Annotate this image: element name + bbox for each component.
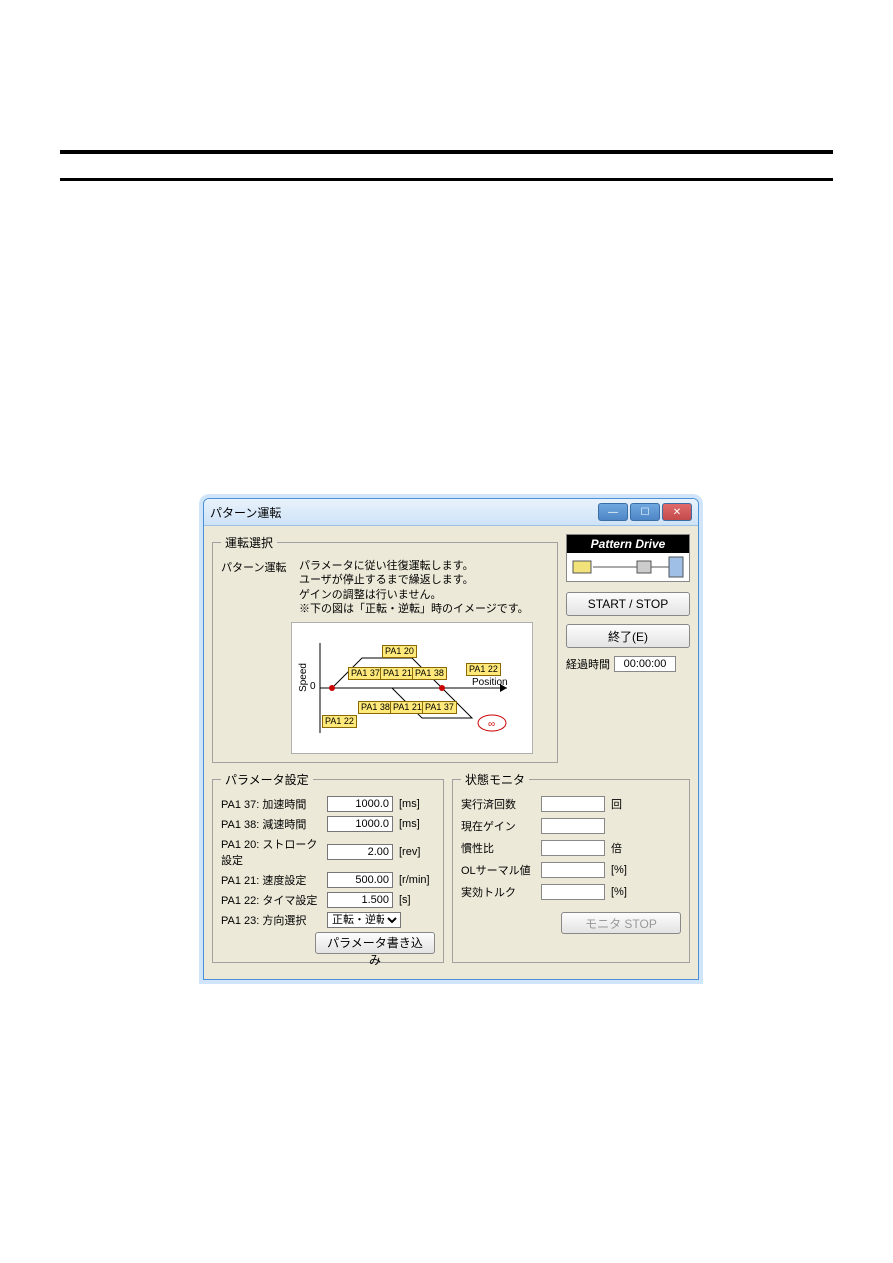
parameter-group: パラメータ設定 PA1 37: 加速時間 [ms] PA1 38: 減速時間 [… <box>212 771 444 963</box>
param-row: PA1 37: 加速時間 [ms] <box>221 796 435 812</box>
mode-description: パラメータに従い往復運転します。 ユーザが停止するまで繰返します。 ゲインの調整… <box>299 559 529 616</box>
inertia-ratio-value <box>541 840 605 856</box>
pa1-21-box-b: PA1 21 <box>390 701 425 714</box>
maximize-button[interactable]: ☐ <box>630 503 660 521</box>
param-row: PA1 21: 速度設定 [r/min] <box>221 872 435 888</box>
svg-text:∞: ∞ <box>488 719 495 730</box>
brand-box: Pattern Drive <box>566 534 690 582</box>
param-row: PA1 22: タイマ設定 [s] <box>221 892 435 908</box>
exit-button[interactable]: 終了(E) <box>566 624 690 648</box>
exec-count-value <box>541 796 605 812</box>
brand-title: Pattern Drive <box>567 535 689 553</box>
mode-label: パターン運転 <box>221 559 291 616</box>
stroke-input[interactable] <box>327 844 393 860</box>
pattern-diagram: ∞ Speed Position 0 PA1 20 PA1 37 PA1 21 … <box>291 622 533 754</box>
pa1-37-box-b: PA1 37 <box>422 701 457 714</box>
rule-bottom <box>60 178 833 181</box>
pa1-22-box: PA1 22 <box>466 663 501 676</box>
ol-thermal-value <box>541 862 605 878</box>
pa1-20-box: PA1 20 <box>382 645 417 658</box>
elapsed-label: 経過時間 <box>566 656 610 672</box>
status-monitor-legend: 状態モニタ <box>461 771 529 788</box>
monitor-row: 実行済回数 回 <box>461 796 681 812</box>
accel-time-input[interactable] <box>327 796 393 812</box>
rule-top <box>60 150 833 154</box>
pa1-37-box: PA1 37 <box>348 667 383 680</box>
monitor-row: OLサーマル値 [%] <box>461 862 681 878</box>
position-axis-label: Position <box>472 677 508 688</box>
pa1-22-box-b: PA1 22 <box>322 715 357 728</box>
parameter-legend: パラメータ設定 <box>221 771 313 788</box>
speed-axis-label: Speed <box>298 663 309 692</box>
window-title: パターン運転 <box>210 504 598 521</box>
monitor-stop-button[interactable]: モニタ STOP <box>561 912 681 934</box>
param-row: PA1 23: 方向選択 正転・逆転 <box>221 912 435 928</box>
speed-input[interactable] <box>327 872 393 888</box>
pa1-38-box: PA1 38 <box>412 667 447 680</box>
titlebar[interactable]: パターン運転 — ☐ ✕ <box>204 499 698 526</box>
write-params-button[interactable]: パラメータ書き込み <box>315 932 435 954</box>
effective-torque-value <box>541 884 605 900</box>
current-gain-value <box>541 818 605 834</box>
pa1-38-box-b: PA1 38 <box>358 701 393 714</box>
param-row: PA1 20: ストローク設定 [rev] <box>221 836 435 868</box>
operation-select-legend: 運転選択 <box>221 534 277 551</box>
decel-time-input[interactable] <box>327 816 393 832</box>
dialog-window: パターン運転 — ☐ ✕ 運転選択 パターン運転 パラメータに従い往復運転します… <box>203 498 699 980</box>
timer-input[interactable] <box>327 892 393 908</box>
diagram-svg: ∞ <box>292 623 532 753</box>
close-button[interactable]: ✕ <box>662 503 692 521</box>
param-row: PA1 38: 減速時間 [ms] <box>221 816 435 832</box>
direction-select[interactable]: 正転・逆転 <box>327 912 401 928</box>
operation-select-group: 運転選択 パターン運転 パラメータに従い往復運転します。 ユーザが停止するまで繰… <box>212 534 558 763</box>
monitor-row: 現在ゲイン <box>461 818 681 834</box>
brand-illustration <box>567 553 690 579</box>
pa1-21-box: PA1 21 <box>380 667 415 680</box>
monitor-row: 慣性比 倍 <box>461 840 681 856</box>
minimize-button[interactable]: — <box>598 503 628 521</box>
elapsed-value <box>614 656 676 672</box>
start-stop-button[interactable]: START / STOP <box>566 592 690 616</box>
monitor-row: 実効トルク [%] <box>461 884 681 900</box>
status-monitor-group: 状態モニタ 実行済回数 回 現在ゲイン 慣性比 倍 OLサーマル <box>452 771 690 963</box>
zero-label: 0 <box>310 681 316 692</box>
